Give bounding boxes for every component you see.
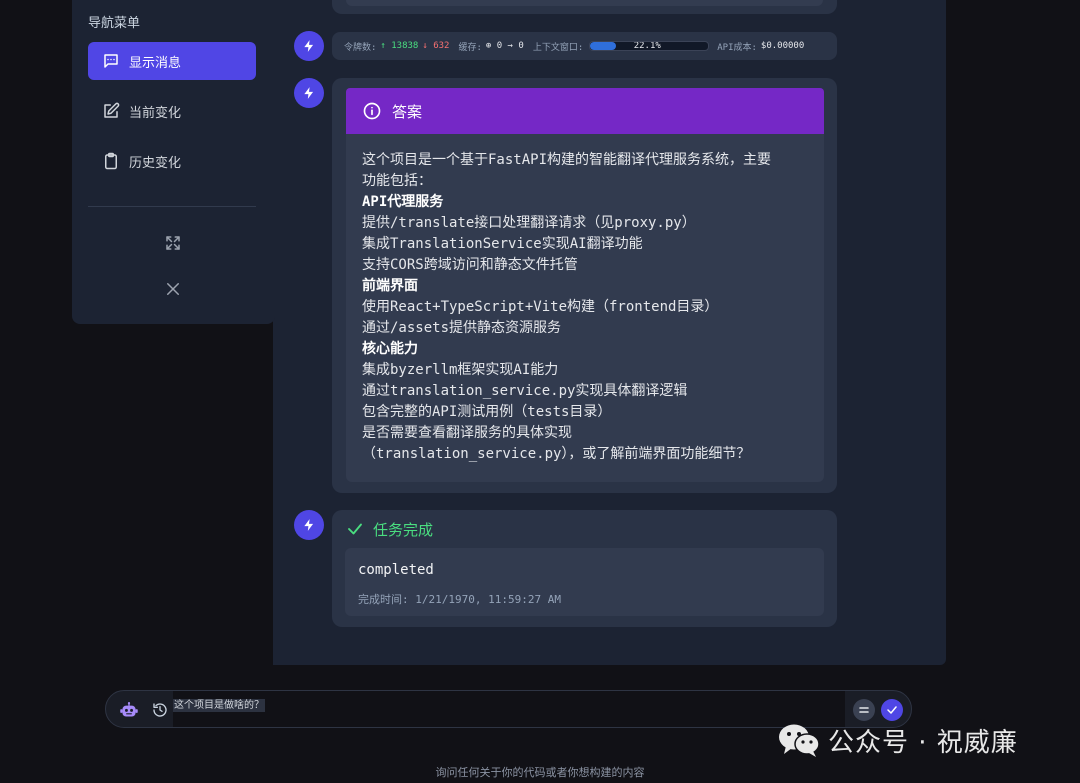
equals-icon <box>859 705 869 715</box>
robot-icon <box>120 702 138 718</box>
send-button[interactable] <box>881 699 903 721</box>
answer-line: （translation_service.py），或了解前端界面功能细节？ <box>362 446 751 462</box>
info-icon <box>362 101 382 121</box>
answer-line: 功能包括： <box>362 173 432 189</box>
watermark-text: 公众号 · 祝威廉 <box>828 727 1018 758</box>
task-body: completed 完成时间: 1/21/1970, 11:59:27 AM <box>345 548 824 616</box>
answer-line: 集成byzerllm框架实现AI能力 <box>362 362 559 378</box>
answer-line: 是否需要查看翻译服务的具体实现 <box>362 425 572 441</box>
answer-line: 这个项目是一个基于FastAPI构建的智能翻译代理服务系统，主要 <box>362 152 771 168</box>
lightning-icon <box>302 86 316 100</box>
answer-line: 集成TranslationService实现AI翻译功能 <box>362 236 643 252</box>
sidebar-item-label: 当前变化 <box>129 105 182 121</box>
check-icon <box>346 520 364 538</box>
cost-value: $0.00000 <box>760 41 805 51</box>
context-percent: 22.1% <box>633 41 661 51</box>
task-title: 任务完成 <box>373 520 434 539</box>
history-icon <box>152 702 168 718</box>
token-stats-bar: 令牌数: ↑ 13838 ↓ 632 缓存: ⊕ 0 → 0 上下文窗口: 22… <box>332 32 837 60</box>
chat-bubble-icon <box>102 52 120 70</box>
sidebar-item-current-changes[interactable]: 当前变化 <box>88 92 256 130</box>
sidebar-item-show-messages[interactable]: 显示消息 <box>88 42 256 80</box>
chat-input[interactable] <box>173 691 845 727</box>
answer-heading: 核心能力 <box>362 341 418 357</box>
agent-mode-button[interactable] <box>119 700 139 720</box>
sidebar-item-label: 历史变化 <box>129 155 182 171</box>
answer-line: 提供/translate接口处理翻译请求（见proxy.py） <box>362 215 696 231</box>
answer-title: 答案 <box>392 102 423 121</box>
edit-icon <box>102 102 120 120</box>
cache-label: 缓存: <box>458 42 482 53</box>
context-label: 上下文窗口: <box>532 42 584 53</box>
tokens-down: ↓ 632 <box>422 41 450 51</box>
watermark: 公众号 · 祝威廉 <box>778 722 1018 758</box>
assistant-avatar <box>294 510 324 540</box>
answer-body: 这个项目是一个基于FastAPI构建的智能翻译代理服务系统，主要 功能包括： API… <box>346 134 824 482</box>
task-complete-card: 任务完成 completed 完成时间: 1/21/1970, 11:59:27… <box>332 510 837 627</box>
close-sidebar-button[interactable] <box>162 278 184 300</box>
answer-line: 支持CORS跨域访问和静态文件托管 <box>362 257 578 273</box>
chat-input-text: 这个项目是做啥的？ <box>173 699 265 712</box>
lightning-icon <box>302 39 316 53</box>
tokens-label: 令牌数: <box>344 42 377 53</box>
answer-text: 这个项目是一个基于FastAPI构建的智能翻译代理服务系统，主要 功能包括： API… <box>362 150 812 465</box>
answer-header: 答案 <box>346 88 824 134</box>
task-time: 完成时间: 1/21/1970, 11:59:27 AM <box>358 593 561 606</box>
close-icon <box>164 280 182 298</box>
answer-heading: API代理服务 <box>362 194 444 210</box>
sidebar-item-history-changes[interactable]: 历史变化 <box>88 142 256 180</box>
lightning-icon <box>302 518 316 532</box>
answer-card: 答案 这个项目是一个基于FastAPI构建的智能翻译代理服务系统，主要 功能包括：… <box>332 78 837 493</box>
previous-message-card <box>332 0 837 14</box>
clipboard-icon <box>102 152 120 170</box>
assistant-avatar <box>294 31 324 61</box>
input-hint: 询问任何关于你的代码或者你想构建的内容 <box>435 766 645 779</box>
task-status: completed <box>358 562 434 578</box>
expand-icon <box>164 234 182 252</box>
check-icon <box>886 704 898 716</box>
options-button[interactable] <box>853 699 875 721</box>
history-button[interactable] <box>150 700 170 720</box>
cache-value: ⊕ 0 → 0 <box>485 41 524 51</box>
cost-label: API成本: <box>717 42 757 53</box>
answer-line: 通过translation_service.py实现具体翻译逻辑 <box>362 383 688 399</box>
assistant-avatar <box>294 78 324 108</box>
answer-line: 包含完整的API测试用例（tests目录） <box>362 404 612 420</box>
answer-line: 通过/assets提供静态资源服务 <box>362 320 562 336</box>
sidebar-item-label: 显示消息 <box>129 55 182 71</box>
answer-heading: 前端界面 <box>362 278 418 294</box>
navigation-sidebar: 导航菜单 显示消息 当前变化 历史变化 <box>72 0 275 324</box>
expand-button[interactable] <box>162 232 184 254</box>
answer-line: 使用React+TypeScript+Vite构建（frontend目录） <box>362 299 719 315</box>
sidebar-title: 导航菜单 <box>88 16 141 31</box>
sidebar-divider <box>88 206 256 207</box>
context-progress-bar: 22.1% <box>589 41 710 51</box>
wechat-icon <box>778 723 820 757</box>
task-header: 任务完成 <box>346 518 433 540</box>
tokens-up: ↑ 13838 <box>380 41 419 51</box>
